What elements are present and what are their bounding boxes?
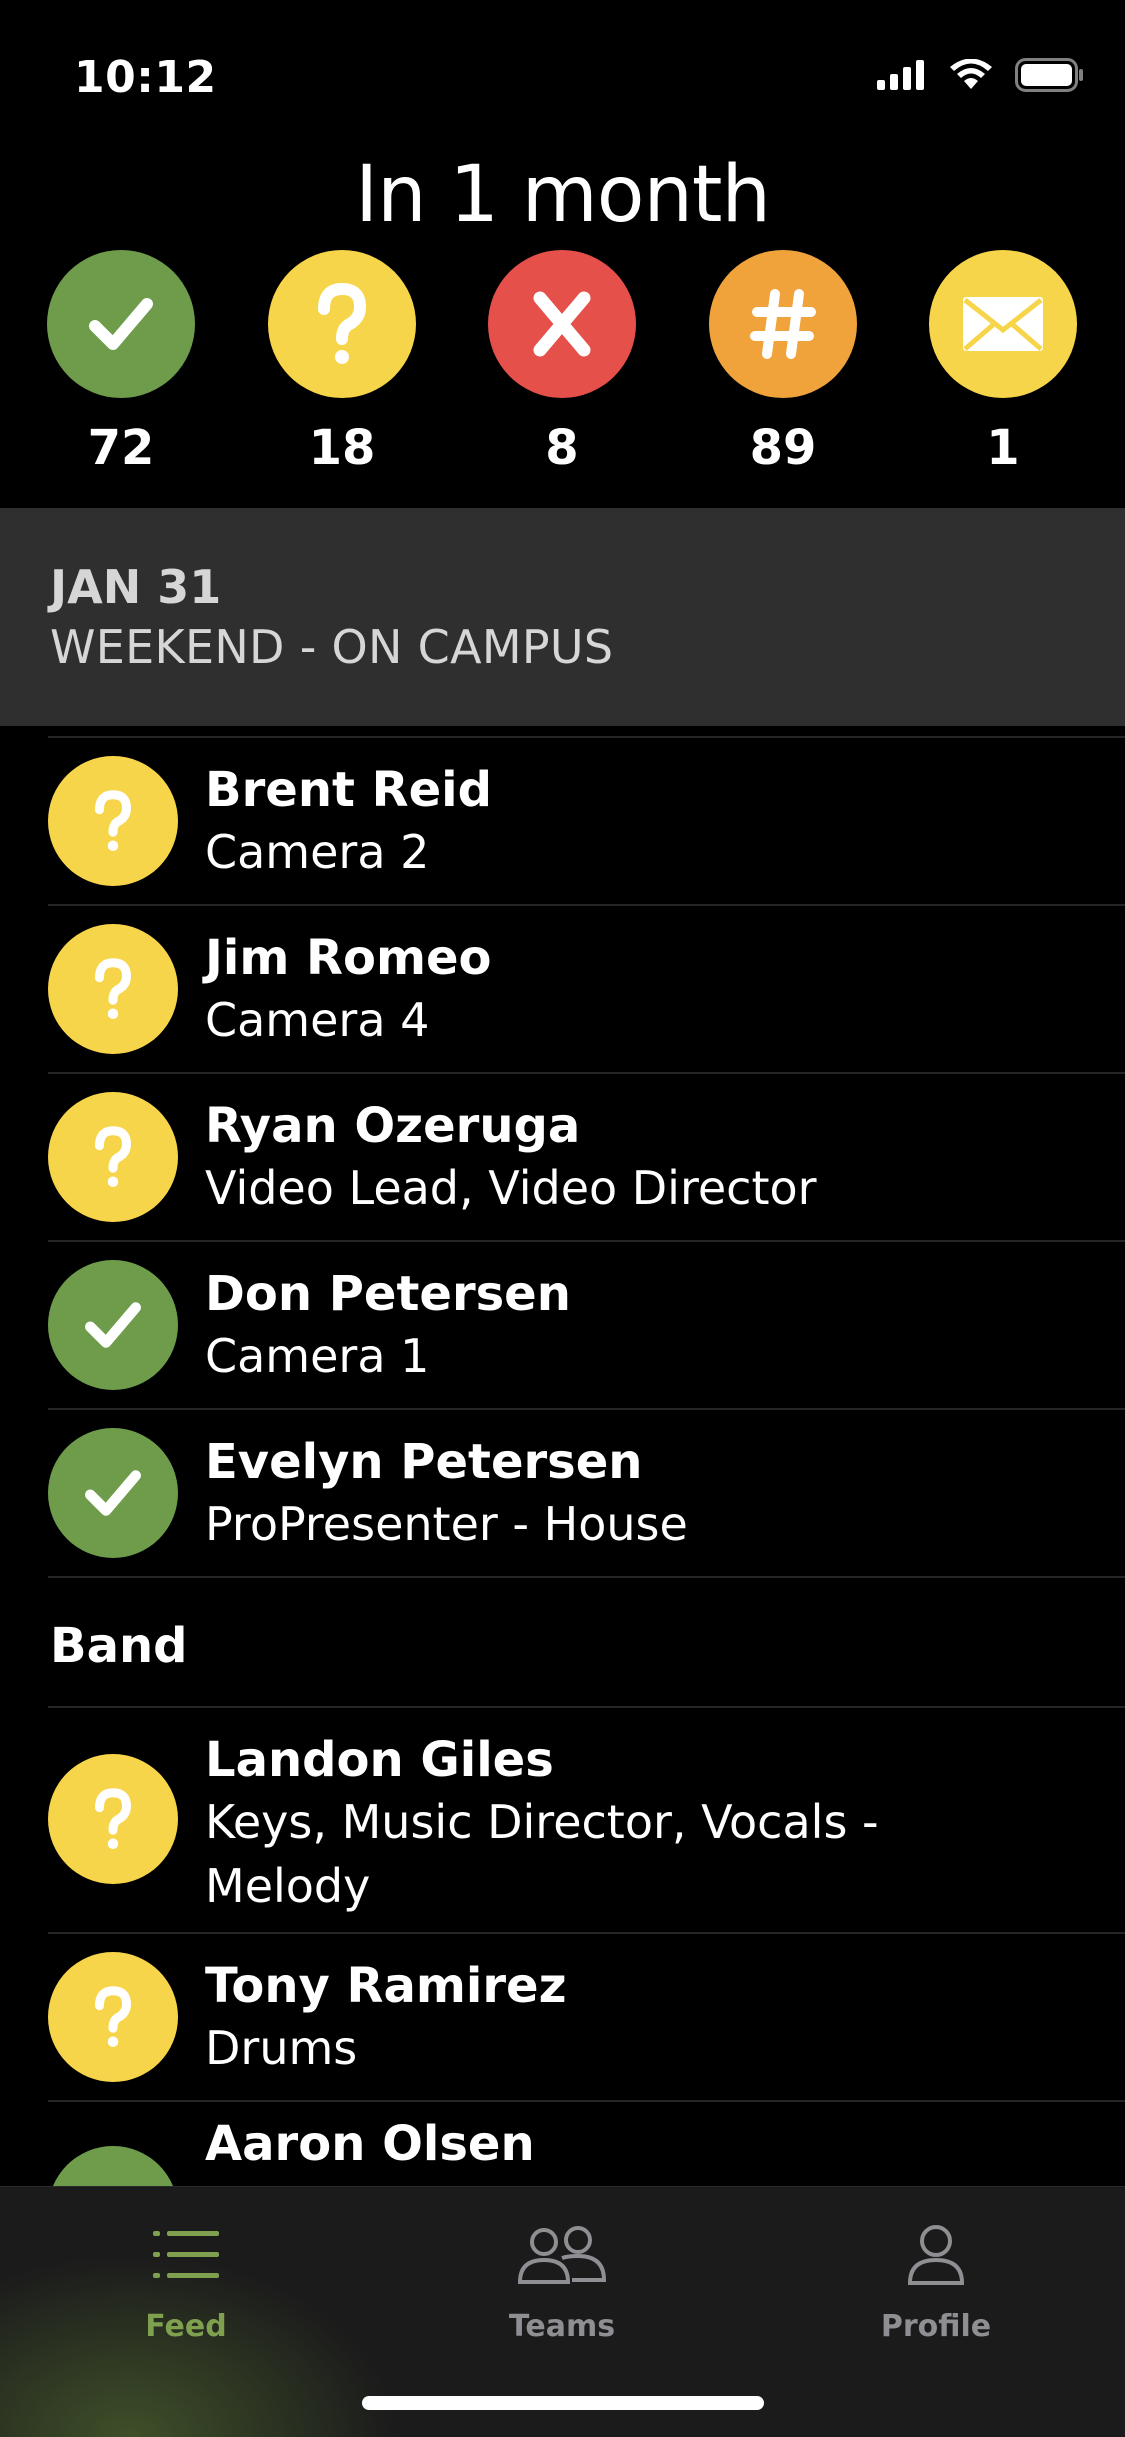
event-date: JAN 31 bbox=[50, 560, 222, 614]
person-name: Aaron Olsen bbox=[205, 2116, 535, 2172]
check-icon bbox=[48, 1260, 178, 1390]
list-item[interactable]: Landon Giles Keys, Music Director, Vocal… bbox=[0, 1708, 1125, 1932]
list-icon bbox=[86, 2215, 286, 2295]
person-role: Camera 4 bbox=[205, 993, 430, 1047]
question-icon bbox=[48, 1754, 178, 1884]
tab-feed[interactable]: Feed bbox=[86, 2215, 286, 2344]
unassigned-count[interactable]: 89 bbox=[709, 250, 857, 476]
check-icon bbox=[48, 1428, 178, 1558]
person-role: Keys, Music Director, Vocals - Melody bbox=[205, 1795, 879, 1913]
check-icon bbox=[48, 2146, 178, 2186]
person-name: Jim Romeo bbox=[205, 930, 492, 986]
cellular-signal-icon bbox=[877, 60, 924, 90]
list-item[interactable]: Don Petersen Camera 1 bbox=[0, 1242, 1125, 1408]
people-list[interactable]: Brent Reid Camera 2 Jim Romeo Camera 4 R… bbox=[0, 726, 1125, 2186]
pending-count-value: 18 bbox=[308, 420, 376, 476]
summary-title: In 1 month bbox=[355, 150, 771, 240]
unsent-count[interactable]: 1 bbox=[929, 250, 1077, 476]
mail-icon bbox=[929, 250, 1077, 398]
person-name: Landon Giles bbox=[205, 1732, 554, 1788]
list-item[interactable]: Aaron Olsen bbox=[0, 2102, 1125, 2186]
confirmed-count-value: 72 bbox=[87, 420, 155, 476]
declined-count-value: 8 bbox=[545, 420, 579, 476]
question-icon bbox=[268, 250, 416, 398]
confirmed-count[interactable]: 72 bbox=[47, 250, 195, 476]
status-bar: 10:12 bbox=[0, 0, 1125, 140]
section-label-band: Band bbox=[50, 1618, 188, 1674]
person-name: Ryan Ozeruga bbox=[205, 1098, 581, 1154]
question-icon bbox=[48, 924, 178, 1054]
people-icon bbox=[462, 2215, 662, 2295]
event-header[interactable]: JAN 31 WEEKEND - ON CAMPUS bbox=[0, 508, 1125, 726]
hash-icon bbox=[709, 250, 857, 398]
status-counts: 72 18 8 89 1 bbox=[0, 250, 1125, 480]
person-role: Camera 2 bbox=[205, 825, 430, 879]
person-role: Video Lead, Video Director bbox=[205, 1161, 817, 1215]
list-item[interactable]: Jim Romeo Camera 4 bbox=[0, 906, 1125, 1072]
list-item[interactable]: Brent Reid Camera 2 bbox=[0, 738, 1125, 904]
list-item[interactable]: Evelyn Petersen ProPresenter - House bbox=[0, 1410, 1125, 1576]
person-name: Brent Reid bbox=[205, 762, 492, 818]
person-name: Don Petersen bbox=[205, 1266, 571, 1322]
person-role: Drums bbox=[205, 2021, 358, 2075]
battery-icon bbox=[1015, 58, 1083, 92]
question-icon bbox=[48, 756, 178, 886]
person-role: ProPresenter - House bbox=[205, 1497, 688, 1551]
check-icon bbox=[47, 250, 195, 398]
list-item[interactable]: Ryan Ozeruga Video Lead, Video Director bbox=[0, 1074, 1125, 1240]
tab-teams-label: Teams bbox=[508, 2309, 616, 2344]
tab-profile-label: Profile bbox=[880, 2309, 992, 2344]
pending-count[interactable]: 18 bbox=[268, 250, 416, 476]
home-indicator[interactable] bbox=[362, 2396, 764, 2410]
unsent-count-value: 1 bbox=[986, 420, 1020, 476]
status-time: 10:12 bbox=[74, 52, 217, 103]
tab-feed-label: Feed bbox=[145, 2309, 227, 2344]
declined-count[interactable]: 8 bbox=[488, 250, 636, 476]
status-icons bbox=[877, 58, 1085, 92]
person-icon bbox=[836, 2215, 1036, 2295]
person-name: Tony Ramirez bbox=[205, 1958, 567, 2014]
question-icon bbox=[48, 1952, 178, 2082]
tab-profile[interactable]: Profile bbox=[836, 2215, 1036, 2344]
x-icon bbox=[488, 250, 636, 398]
wifi-icon bbox=[950, 59, 992, 89]
tab-teams[interactable]: Teams bbox=[462, 2215, 662, 2344]
unassigned-count-value: 89 bbox=[749, 420, 817, 476]
event-name: WEEKEND - ON CAMPUS bbox=[50, 620, 614, 674]
divider bbox=[48, 1576, 1125, 1578]
list-item[interactable]: Tony Ramirez Drums bbox=[0, 1934, 1125, 2100]
question-icon bbox=[48, 1092, 178, 1222]
person-name: Evelyn Petersen bbox=[205, 1434, 643, 1490]
person-role: Camera 1 bbox=[205, 1329, 430, 1383]
